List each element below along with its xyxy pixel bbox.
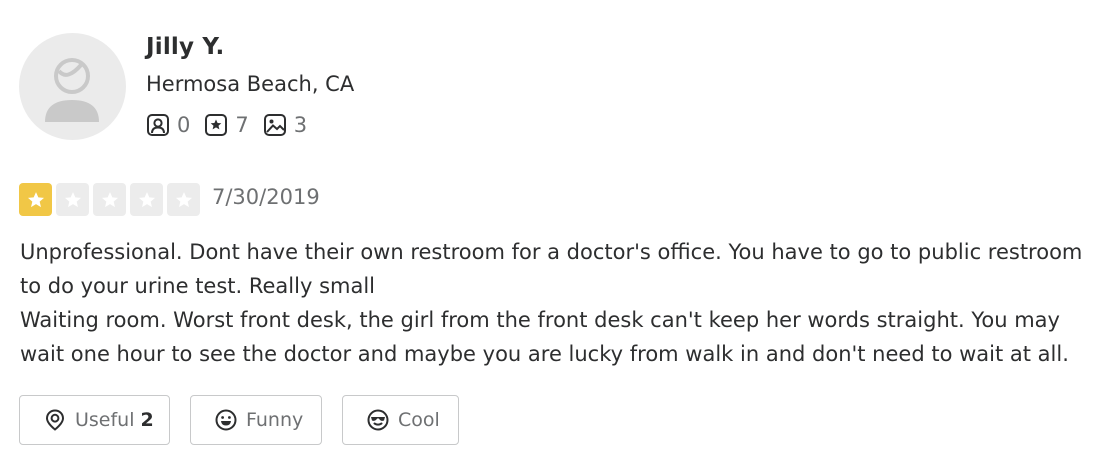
avatar[interactable] bbox=[19, 33, 126, 140]
friends-stat: 0 bbox=[146, 113, 190, 137]
review-text: Unprofessional. Dont have their own rest… bbox=[20, 235, 1110, 371]
funny-label: Funny bbox=[246, 409, 304, 431]
funny-icon bbox=[215, 409, 237, 431]
user-location: Hermosa Beach, CA bbox=[146, 72, 355, 96]
review-paragraph: Waiting room. Worst front desk, the girl… bbox=[20, 308, 1069, 366]
star-1 bbox=[19, 183, 52, 216]
star-rating bbox=[19, 183, 204, 216]
useful-button[interactable]: Useful 2 bbox=[19, 395, 170, 445]
reaction-buttons: Useful 2 Funny Cool bbox=[19, 395, 479, 445]
cool-label: Cool bbox=[398, 409, 440, 431]
star-icon bbox=[101, 191, 118, 207]
star-5 bbox=[167, 183, 200, 216]
user-name[interactable]: Jilly Y. bbox=[146, 34, 224, 60]
review-paragraph: Unprofessional. Dont have their own rest… bbox=[20, 240, 1083, 298]
star-icon bbox=[175, 191, 192, 207]
photos-icon bbox=[263, 114, 286, 136]
friends-count: 0 bbox=[177, 113, 191, 137]
friends-icon bbox=[147, 114, 169, 136]
useful-label: Useful bbox=[75, 409, 135, 431]
cool-button[interactable]: Cool bbox=[342, 395, 459, 445]
star-icon bbox=[64, 191, 81, 207]
default-avatar-icon bbox=[45, 58, 99, 122]
star-icon bbox=[27, 191, 44, 207]
photos-count: 3 bbox=[293, 113, 308, 137]
useful-count: 2 bbox=[140, 409, 154, 431]
cool-icon bbox=[367, 409, 389, 431]
star-3 bbox=[93, 183, 126, 216]
useful-icon bbox=[45, 409, 65, 431]
reviews-star-icon bbox=[205, 114, 228, 136]
review-date: 7/30/2019 bbox=[212, 185, 320, 209]
funny-button[interactable]: Funny bbox=[190, 395, 322, 445]
reviews-stat: 7 bbox=[204, 113, 249, 137]
user-stats: 0 7 3 bbox=[146, 112, 321, 138]
star-4 bbox=[130, 183, 163, 216]
photos-stat: 3 bbox=[263, 113, 307, 137]
star-icon bbox=[138, 191, 155, 207]
reviews-count: 7 bbox=[235, 113, 249, 137]
star-2 bbox=[56, 183, 89, 216]
